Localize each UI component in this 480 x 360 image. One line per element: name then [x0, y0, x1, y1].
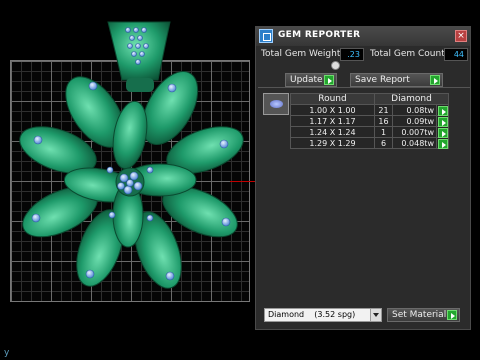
- table-row: 1.29 X 1.29 6 0.048tw: [290, 137, 449, 149]
- panel-titlebar[interactable]: GEM REPORTER ×: [256, 27, 470, 46]
- gem-size: 1.17 X 1.17: [290, 115, 375, 127]
- go-arrow-icon: [447, 310, 457, 320]
- pendant-bail: [107, 21, 171, 81]
- gem-table: Round Diamond 1.00 X 1.00 21 0.08tw 1.17…: [290, 93, 449, 149]
- total-weight-label: Total Gem Weight: [261, 49, 341, 59]
- divider: [258, 87, 470, 88]
- gem-count: 6: [374, 137, 393, 149]
- set-material-button[interactable]: Set Material: [387, 308, 460, 322]
- row-select-button[interactable]: [436, 115, 449, 127]
- save-report-button[interactable]: Save Report: [350, 73, 443, 87]
- go-arrow-icon: [438, 117, 448, 127]
- gem-count: 1: [374, 126, 393, 138]
- row-select-button[interactable]: [436, 104, 449, 116]
- gem-weight: 0.048tw: [392, 137, 437, 149]
- table-row: 1.00 X 1.00 21 0.08tw: [290, 104, 449, 116]
- material-header: Diamond: [374, 93, 449, 105]
- gem-weight: 0.08tw: [392, 104, 437, 116]
- gem-size: 1.00 X 1.00: [290, 104, 375, 116]
- go-arrow-icon: [438, 139, 448, 149]
- material-select-value: Diamond (3.52 spg): [268, 310, 356, 319]
- gem-weight: 0.09tw: [392, 115, 437, 127]
- total-count-label: Total Gem Count: [370, 49, 445, 59]
- shape-header: Round: [290, 93, 375, 105]
- update-label: Update: [290, 75, 323, 85]
- gem-reporter-panel: GEM REPORTER ×: [255, 26, 471, 330]
- save-report-label: Save Report: [355, 75, 410, 85]
- total-weight-value: .23: [340, 48, 364, 61]
- slider-handle[interactable]: [331, 61, 340, 70]
- gem-size: 1.29 X 1.29: [290, 137, 375, 149]
- gem-weight: 0.007tw: [392, 126, 437, 138]
- go-arrow-icon: [324, 75, 334, 85]
- gem-count: 21: [374, 104, 393, 116]
- go-arrow-icon: [438, 128, 448, 138]
- row-select-button[interactable]: [436, 126, 449, 138]
- bail-ring: [126, 78, 154, 92]
- round-gem-thumbnail[interactable]: [263, 93, 289, 115]
- panel-title: GEM REPORTER: [278, 30, 361, 40]
- gem-count: 16: [374, 115, 393, 127]
- gem-reporter-icon: [259, 29, 273, 43]
- total-count-value: 44: [444, 48, 468, 61]
- table-row: 1.17 X 1.17 16 0.09tw: [290, 115, 449, 127]
- close-button[interactable]: ×: [455, 30, 467, 42]
- update-button[interactable]: Update: [285, 73, 337, 87]
- gem-size: 1.24 X 1.24: [290, 126, 375, 138]
- go-arrow-icon: [438, 106, 448, 116]
- go-arrow-icon: [430, 75, 440, 85]
- material-select[interactable]: Diamond (3.52 spg): [264, 308, 382, 322]
- table-row: 1.24 X 1.24 1 0.007tw: [290, 126, 449, 138]
- chevron-down-icon[interactable]: [370, 309, 381, 321]
- set-material-label: Set Material: [392, 310, 447, 320]
- row-select-button[interactable]: [436, 137, 449, 149]
